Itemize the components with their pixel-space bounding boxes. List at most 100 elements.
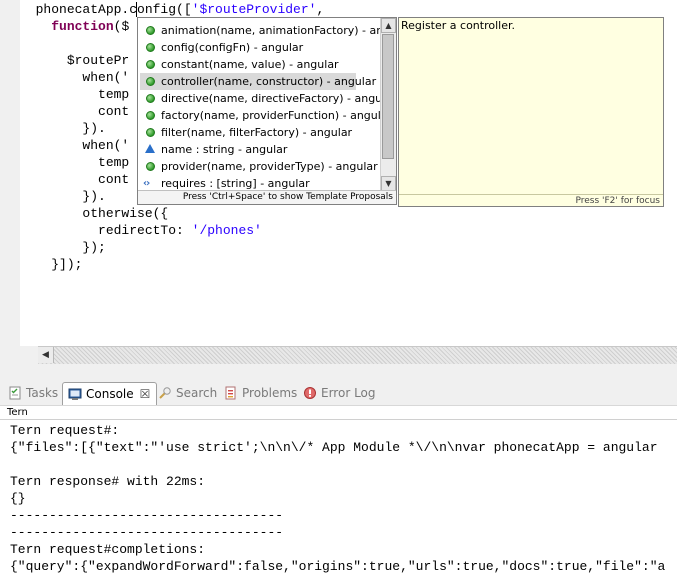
function-dot-icon xyxy=(146,162,155,171)
tab-label: Console xyxy=(86,387,134,401)
editor-horizontal-scrollbar[interactable]: ◀ xyxy=(38,346,677,364)
tasks-icon xyxy=(8,385,22,400)
tab-label: Error Log xyxy=(321,386,376,400)
proposal-item[interactable]: name : string - angular xyxy=(140,141,356,158)
function-dot-icon xyxy=(146,77,155,86)
console-line: Tern response# with 22ms: xyxy=(10,474,206,489)
tab-console[interactable]: Console ☒ xyxy=(62,382,158,405)
code-text: cont xyxy=(98,104,130,119)
tab-label: Search xyxy=(176,386,218,400)
proposal-item[interactable]: ‹› requires : [string] - angular xyxy=(140,175,356,191)
console-line: ----------------------------------- xyxy=(10,525,284,540)
code-line: redirectTo: '/phones' xyxy=(20,222,262,239)
code-line: when(' xyxy=(20,137,129,154)
proposal-item[interactable]: filter(name, filterFactory) - angular xyxy=(140,124,356,141)
console-output[interactable]: Tern request#: {"files":[{"text":"'use st… xyxy=(0,421,677,577)
code-line: function($ xyxy=(20,18,129,35)
scroll-left-arrow-icon[interactable]: ◀ xyxy=(38,347,54,363)
code-string: '$routeProvider' xyxy=(191,2,317,17)
scroll-up-arrow-icon[interactable]: ▲ xyxy=(381,18,396,33)
close-icon[interactable]: ☒ xyxy=(140,383,151,405)
code-line: temp xyxy=(20,154,129,171)
code-text: otherwise({ xyxy=(82,206,169,221)
code-text: }); xyxy=(82,240,106,255)
proposal-label: controller(name, constructor) - angular xyxy=(161,75,377,88)
content-assist-status: Press 'Ctrl+Space' to show Template Prop… xyxy=(138,190,396,204)
code-text: $routePr xyxy=(66,53,130,68)
function-dot-icon xyxy=(146,111,155,120)
view-sash[interactable] xyxy=(0,372,677,380)
proposal-label: factory(name, providerFunction) - angula… xyxy=(161,109,382,122)
console-line: Tern request#: xyxy=(10,423,120,438)
console-name: Tern xyxy=(0,406,677,420)
tab-label: Problems xyxy=(242,386,298,400)
code-line: temp xyxy=(20,86,129,103)
proposal-item[interactable]: factory(name, providerFunction) - angula… xyxy=(140,107,382,124)
proposal-label: filter(name, filterFactory) - angular xyxy=(161,126,353,139)
proposal-label: provider(name, providerType) - angular xyxy=(161,160,378,173)
code-text: phonecatApp.config([ xyxy=(35,2,192,17)
proposal-label: constant(name, value) - angular xyxy=(161,58,339,71)
tab-tasks[interactable]: Tasks xyxy=(8,382,58,404)
code-text: }). xyxy=(82,189,106,204)
proposal-item[interactable]: provider(name, providerType) - angular xyxy=(140,158,378,175)
function-dot-icon xyxy=(146,43,155,52)
view-tab-bar: Tasks Console ☒ Search Problems Error Log xyxy=(0,380,677,406)
proposal-item[interactable]: constant(name, value) - angular xyxy=(140,56,356,73)
proposal-label: directive(name, directiveFactory) - angu… xyxy=(161,92,382,105)
proposal-item[interactable]: controller(name, constructor) - angular xyxy=(140,73,376,90)
code-line: phonecatApp.config(['$routeProvider', xyxy=(20,1,325,18)
proposal-item[interactable]: config(configFn) - angular xyxy=(140,39,356,56)
code-line: }). xyxy=(20,120,105,137)
proposal-list[interactable]: animation(name, animationFactory) - angu… xyxy=(138,18,382,191)
proposal-item[interactable]: directive(name, directiveFactory) - angu… xyxy=(140,90,382,107)
documentation-text: Register a controller. xyxy=(401,19,515,32)
function-dot-icon xyxy=(146,60,155,69)
documentation-hover[interactable]: Register a controller. Press 'F2' for fo… xyxy=(398,17,664,207)
content-assist-popup[interactable]: animation(name, animationFactory) - angu… xyxy=(137,17,397,205)
code-keyword: function xyxy=(51,19,114,34)
code-line: }]); xyxy=(20,256,82,273)
code-line: when(' xyxy=(20,69,129,86)
tab-label: Tasks xyxy=(26,386,59,400)
function-dot-icon xyxy=(146,128,155,137)
console-line: {"query":{"expandWordForward":false,"ori… xyxy=(10,559,666,574)
search-icon xyxy=(158,385,172,399)
code-text: when(' xyxy=(82,138,130,153)
code-text: redirectTo: xyxy=(98,223,192,238)
console-line: {} xyxy=(10,491,26,506)
proposal-list-scrollbar[interactable]: ▲ ▼ xyxy=(380,18,396,191)
code-string: '/phones' xyxy=(191,223,262,238)
tab-search[interactable]: Search xyxy=(158,382,217,404)
code-line: cont xyxy=(20,171,129,188)
code-text: , xyxy=(316,2,325,17)
property-triangle-icon xyxy=(145,144,155,153)
problems-icon xyxy=(224,385,238,400)
proposal-label: config(configFn) - angular xyxy=(161,41,304,54)
proposal-label: name : string - angular xyxy=(161,143,288,156)
proposal-label: animation(name, animationFactory) - angu… xyxy=(161,24,382,37)
scroll-down-arrow-icon[interactable]: ▼ xyxy=(381,176,396,191)
code-line: $routePr xyxy=(20,52,129,69)
code-text: when(' xyxy=(82,70,130,85)
code-text: cont xyxy=(98,172,130,187)
scrollbar-thumb[interactable] xyxy=(382,34,394,159)
code-text: temp xyxy=(98,155,130,170)
error-log-icon xyxy=(303,385,317,399)
proposal-label: requires : [string] - angular xyxy=(161,177,310,190)
proposal-item[interactable]: animation(name, animationFactory) - angu… xyxy=(140,22,382,39)
console-line: Tern request#completions: xyxy=(10,542,206,557)
console-icon xyxy=(68,386,82,400)
documentation-status: Press 'F2' for focus xyxy=(399,194,663,206)
tab-problems[interactable]: Problems xyxy=(224,382,297,404)
function-dot-icon xyxy=(146,26,155,35)
code-text: }]); xyxy=(51,257,83,272)
code-line: otherwise({ xyxy=(20,205,168,222)
tab-error-log[interactable]: Error Log xyxy=(303,382,376,404)
console-line: ----------------------------------- xyxy=(10,508,284,523)
code-text: temp xyxy=(98,87,130,102)
code-line: }). xyxy=(20,188,106,205)
text-caret xyxy=(136,2,137,17)
code-line: }); xyxy=(20,239,106,256)
console-line: {"files":[{"text":"'use strict';\n\n\/* … xyxy=(10,440,658,455)
